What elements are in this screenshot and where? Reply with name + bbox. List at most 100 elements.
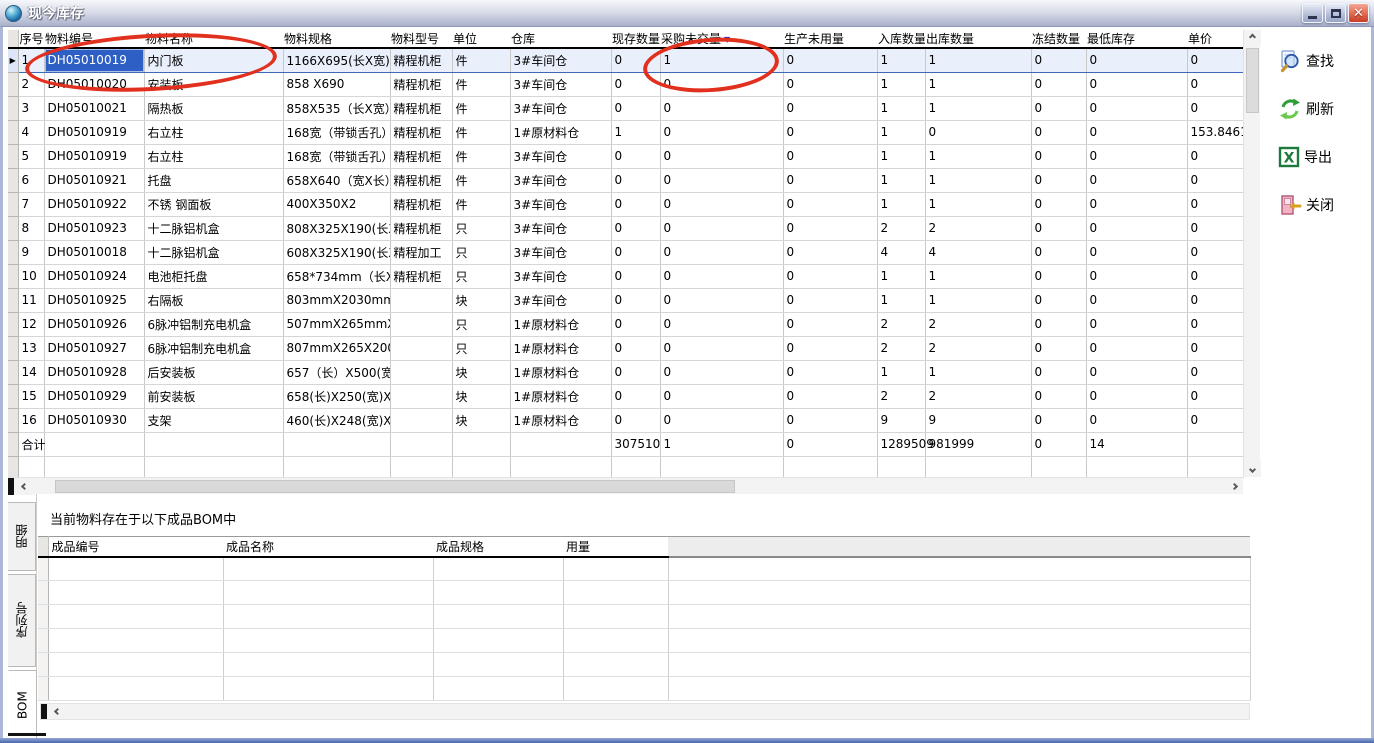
cell[interactable]: 3#车间仓 bbox=[510, 72, 611, 96]
row-selector[interactable] bbox=[8, 240, 18, 264]
cell[interactable]: 0 bbox=[783, 240, 877, 264]
row-selector[interactable] bbox=[8, 216, 18, 240]
table-row[interactable]: 15DH05010929前安装板658(长)X250(宽)X块1#原材料仓000… bbox=[8, 384, 1243, 408]
cell[interactable]: 10 bbox=[18, 264, 44, 288]
cell[interactable]: 精程加工 bbox=[390, 240, 452, 264]
tab-bom[interactable]: BOM bbox=[8, 670, 37, 740]
cell[interactable]: 4 bbox=[877, 240, 925, 264]
cell[interactable]: 3#车间仓 bbox=[510, 168, 611, 192]
cell[interactable]: 168宽（带锁舌孔） bbox=[283, 120, 390, 144]
cell[interactable]: 0 bbox=[611, 96, 660, 120]
cell[interactable]: 4 bbox=[925, 240, 1031, 264]
cell[interactable]: DH05010018 bbox=[44, 240, 144, 264]
cell[interactable]: 只 bbox=[452, 240, 510, 264]
close-button[interactable]: ✕ bbox=[1348, 3, 1369, 23]
column-header[interactable]: 单价 bbox=[1187, 30, 1243, 48]
cell[interactable]: 808X325X190(长X bbox=[283, 216, 390, 240]
cell[interactable]: 0 bbox=[1086, 72, 1187, 96]
row-selector[interactable] bbox=[8, 192, 18, 216]
cell[interactable]: 657（长）X500(宽 bbox=[283, 360, 390, 384]
cell[interactable]: 1 bbox=[18, 48, 44, 72]
cell[interactable]: 12 bbox=[18, 312, 44, 336]
cell[interactable]: 1 bbox=[925, 48, 1031, 72]
cell[interactable]: 0 bbox=[783, 96, 877, 120]
column-header[interactable]: 生产未用量 bbox=[783, 30, 877, 48]
column-header[interactable]: 物料型号 bbox=[390, 30, 452, 48]
cell[interactable]: 2 bbox=[925, 336, 1031, 360]
cell[interactable]: 精程机柜 bbox=[390, 192, 452, 216]
cell[interactable]: 0 bbox=[1031, 72, 1086, 96]
cell[interactable]: 7 bbox=[18, 192, 44, 216]
column-header[interactable]: 入库数量 bbox=[877, 30, 925, 48]
cell[interactable]: 0 bbox=[783, 120, 877, 144]
cell[interactable]: 858 X690 bbox=[283, 72, 390, 96]
cell[interactable]: DH05010923 bbox=[44, 216, 144, 240]
cell[interactable]: 460(长)X248(宽)X bbox=[283, 408, 390, 432]
bom-scroll-left-button[interactable] bbox=[49, 704, 66, 719]
cell[interactable]: 400X350X2 bbox=[283, 192, 390, 216]
cell[interactable]: 0 bbox=[1031, 216, 1086, 240]
cell[interactable]: 0 bbox=[1086, 288, 1187, 312]
cell[interactable]: 507mmX265mmX bbox=[283, 312, 390, 336]
cell[interactable]: 1166X695(长X宽) bbox=[283, 48, 390, 72]
cell[interactable]: 0 bbox=[611, 336, 660, 360]
cell[interactable]: 0 bbox=[1187, 168, 1243, 192]
cell[interactable]: 0 bbox=[660, 264, 783, 288]
horizontal-scroll-thumb[interactable] bbox=[55, 480, 735, 493]
cell[interactable]: 0 bbox=[783, 264, 877, 288]
cell[interactable]: 2 bbox=[925, 312, 1031, 336]
cell[interactable]: DH05010926 bbox=[44, 312, 144, 336]
table-row[interactable]: ▶1DH05010019内门板1166X695(长X宽)精程机柜件3#车间仓01… bbox=[8, 48, 1243, 72]
cell[interactable]: 0 bbox=[611, 264, 660, 288]
cell[interactable]: 168宽（带锁舌孔） bbox=[283, 144, 390, 168]
cell[interactable]: 1 bbox=[877, 144, 925, 168]
cell[interactable]: 3#车间仓 bbox=[510, 48, 611, 72]
cell[interactable]: 1 bbox=[925, 360, 1031, 384]
cell[interactable]: 14 bbox=[18, 360, 44, 384]
cell[interactable] bbox=[390, 288, 452, 312]
cell[interactable]: 0 bbox=[611, 168, 660, 192]
cell[interactable]: 0 bbox=[611, 288, 660, 312]
cell[interactable]: 0 bbox=[783, 384, 877, 408]
cell[interactable]: 0 bbox=[1031, 144, 1086, 168]
table-row[interactable]: 10DH05010924电池柜托盘658*734mm（长X精程机柜只3#车间仓0… bbox=[8, 264, 1243, 288]
cell[interactable]: 精程机柜 bbox=[390, 96, 452, 120]
vertical-scrollbar[interactable] bbox=[1243, 30, 1260, 477]
maximize-button[interactable] bbox=[1325, 3, 1346, 23]
column-header[interactable]: 物料规格 bbox=[283, 30, 390, 48]
cell[interactable]: 3#车间仓 bbox=[510, 216, 611, 240]
horizontal-scrollbar-main[interactable] bbox=[8, 477, 1243, 494]
cell[interactable]: 0 bbox=[1031, 96, 1086, 120]
cell[interactable]: 11 bbox=[18, 288, 44, 312]
selected-cell[interactable]: DH05010019 bbox=[44, 48, 144, 72]
cell[interactable]: 0 bbox=[660, 240, 783, 264]
cell[interactable]: 0 bbox=[783, 336, 877, 360]
cell[interactable]: 0 bbox=[1031, 168, 1086, 192]
cell[interactable]: 后安装板 bbox=[144, 360, 283, 384]
cell[interactable]: 内门板 bbox=[144, 48, 283, 72]
cell[interactable]: 隔热板 bbox=[144, 96, 283, 120]
cell[interactable]: 右立柱 bbox=[144, 144, 283, 168]
cell[interactable]: 16 bbox=[18, 408, 44, 432]
close-window-button[interactable]: 关闭 bbox=[1278, 192, 1370, 218]
cell[interactable]: 十二脉铝机盒 bbox=[144, 240, 283, 264]
cell[interactable]: 0 bbox=[783, 144, 877, 168]
cell[interactable]: 0 bbox=[660, 96, 783, 120]
row-selector[interactable] bbox=[8, 96, 18, 120]
splitter-handle[interactable] bbox=[8, 478, 14, 495]
cell[interactable]: 0 bbox=[783, 360, 877, 384]
cell[interactable]: 2 bbox=[877, 336, 925, 360]
cell[interactable]: 1 bbox=[925, 96, 1031, 120]
cell[interactable]: 1 bbox=[925, 168, 1031, 192]
cell[interactable]: 1 bbox=[877, 96, 925, 120]
splitter-handle-bom[interactable] bbox=[41, 704, 47, 719]
cell[interactable]: 0 bbox=[1086, 96, 1187, 120]
cell[interactable]: 0 bbox=[783, 72, 877, 96]
cell[interactable]: 支架 bbox=[144, 408, 283, 432]
column-header[interactable]: 单位 bbox=[452, 30, 510, 48]
table-row[interactable]: 6DH05010921托盘658X640（宽X长）精程机柜件3#车间仓00011… bbox=[8, 168, 1243, 192]
cell[interactable]: DH05010924 bbox=[44, 264, 144, 288]
cell[interactable]: 0 bbox=[611, 360, 660, 384]
cell[interactable]: 0 bbox=[611, 312, 660, 336]
cell[interactable]: 件 bbox=[452, 96, 510, 120]
